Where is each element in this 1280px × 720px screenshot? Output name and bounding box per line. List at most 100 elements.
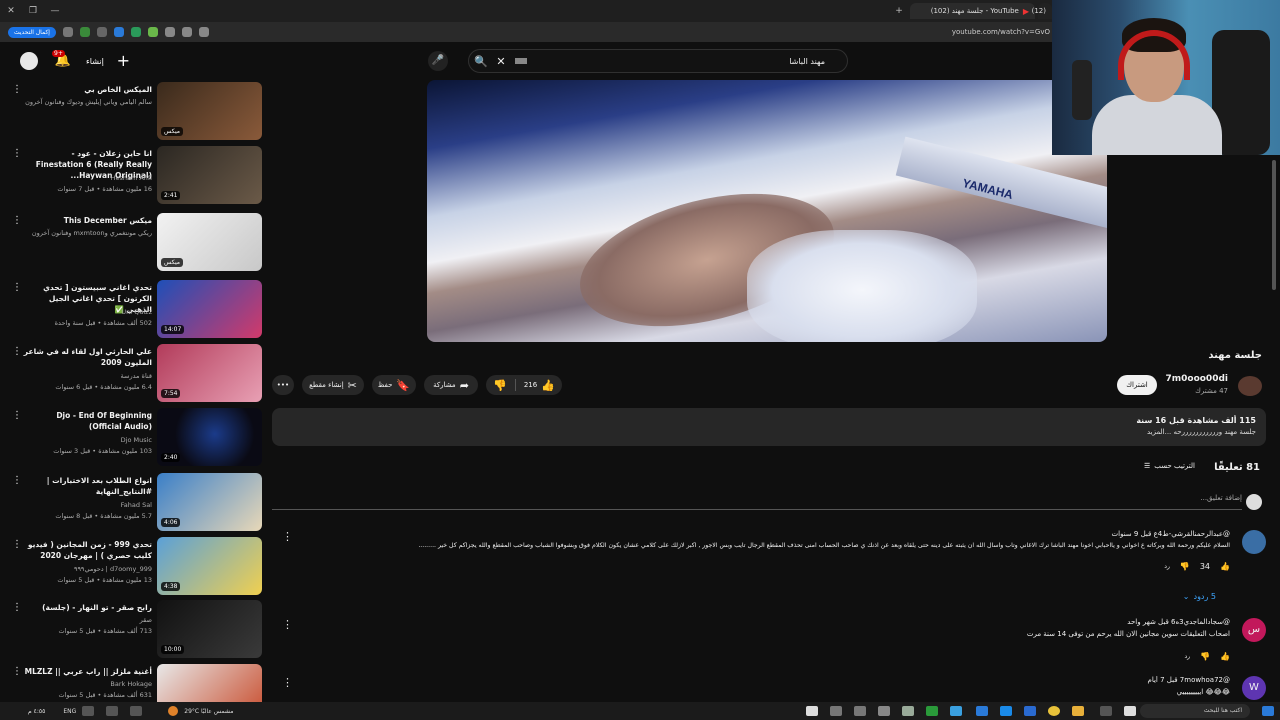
recommendation-item[interactable]: أغنية ملزلز || راب عربي || MLZLZ Bark Ho… xyxy=(0,664,262,702)
sort-comments-button[interactable]: الترتيب حسب ☰ xyxy=(1144,462,1195,470)
more-actions-button[interactable]: ••• xyxy=(272,375,294,395)
more-options-icon[interactable]: ⋮ xyxy=(12,602,22,613)
app-icon[interactable] xyxy=(976,706,988,716)
comment-avatar[interactable]: س xyxy=(1242,618,1266,642)
app-icon[interactable] xyxy=(878,706,890,716)
more-options-icon[interactable]: ⋮ xyxy=(12,346,22,357)
clear-search-icon[interactable]: ✕ xyxy=(493,55,509,68)
tab-youtube[interactable]: ▶ YouTube - جلسة مهند (102) xyxy=(910,3,1035,19)
url-text[interactable]: youtube.com/watch?v=GvO xyxy=(952,28,1050,36)
comment-avatar[interactable]: W xyxy=(1242,676,1266,700)
widgets-icon[interactable] xyxy=(1124,706,1136,716)
recommendation-title[interactable]: ميكس This December xyxy=(22,215,152,226)
update-button[interactable]: إكمال التحديث xyxy=(8,26,56,38)
zoom-icon[interactable] xyxy=(181,27,192,37)
xbox-icon[interactable] xyxy=(926,706,938,716)
recommendation-item[interactable]: 14:07 تحدي اغاني سبيستون [ تحدي الكرتون … xyxy=(0,280,262,342)
minimize-window-icon[interactable]: — xyxy=(44,6,66,16)
recommendation-title[interactable]: أغنية ملزلز || راب عربي || MLZLZ xyxy=(22,666,152,677)
more-options-icon[interactable]: ⋮ xyxy=(12,282,22,293)
like-dislike-button[interactable]: 👎 216 👍 xyxy=(486,375,562,395)
page-scrollbar[interactable] xyxy=(1272,160,1276,290)
more-options-icon[interactable]: ⋮ xyxy=(12,148,22,159)
video-thumbnail[interactable]: ميكس xyxy=(157,213,262,271)
menu-icon[interactable] xyxy=(62,27,73,37)
recommendation-item[interactable]: ميكس الميكس الخاص بي سالم اليامي وياني إ… xyxy=(0,82,262,144)
store-icon[interactable] xyxy=(1024,706,1036,716)
language-indicator[interactable]: ENG xyxy=(63,708,76,715)
video-thumbnail[interactable]: 4:06 xyxy=(157,473,262,531)
comment-dislike-icon[interactable]: 👎 xyxy=(1200,652,1210,661)
extension-icon[interactable] xyxy=(130,27,141,37)
more-options-icon[interactable]: ⋮ xyxy=(12,410,22,421)
file-explorer-icon[interactable] xyxy=(1072,706,1084,716)
video-player[interactable]: YAMAHA xyxy=(427,80,1107,342)
comment-menu-icon[interactable]: ⋮ xyxy=(282,618,293,631)
dislike-icon[interactable]: 👎 xyxy=(493,379,507,392)
video-thumbnail[interactable]: ميكس xyxy=(157,82,262,140)
recommendation-title[interactable]: تحدي 999 - زمن المجانين ( فيديو كليب حصر… xyxy=(22,539,152,561)
keyboard-icon[interactable] xyxy=(515,58,527,64)
weather-text[interactable]: 29°C مشمس عالبًا xyxy=(184,708,233,715)
more-options-icon[interactable]: ⋮ xyxy=(12,666,22,677)
recommendation-channel[interactable]: ريكي مونتغمري وmxmtoon وفنانون آخرون xyxy=(32,229,152,237)
battery-icon[interactable] xyxy=(130,706,143,716)
chrome-icon[interactable] xyxy=(1048,706,1060,716)
extension-icon[interactable] xyxy=(79,27,90,37)
channel-name[interactable]: 7m0ooo00di xyxy=(1165,374,1228,384)
volume-icon[interactable] xyxy=(106,706,119,716)
recommendation-item[interactable]: 2:40 Djo - End Of Beginning (Official Au… xyxy=(0,408,262,470)
close-window-icon[interactable]: ✕ xyxy=(0,6,22,16)
recommendation-item[interactable]: 4:06 انواع الطلاب بعد الاختبارات | #النت… xyxy=(0,473,262,535)
clock[interactable]: ٤:٥٥ م xyxy=(28,708,45,715)
save-button[interactable]: حفظ 🔖 xyxy=(372,375,416,395)
video-thumbnail[interactable]: 10:00 xyxy=(157,600,262,658)
recommendation-channel[interactable]: صقر xyxy=(140,616,152,624)
recommendation-channel[interactable]: قناة مدرسة xyxy=(121,372,152,380)
recommendation-channel[interactable]: Uni Quizz xyxy=(121,308,152,316)
comment-dislike-icon[interactable]: 👎 xyxy=(1180,562,1190,571)
video-thumbnail[interactable]: 2:40 xyxy=(157,408,262,466)
video-thumbnail[interactable]: 14:07 xyxy=(157,280,262,338)
recommendation-item[interactable]: 10:00 رابح صقر - تو النهار - (جلسة) صقر … xyxy=(0,600,262,662)
restore-window-icon[interactable]: ❐ xyxy=(22,6,44,16)
comment-menu-icon[interactable]: ⋮ xyxy=(282,530,293,543)
recommendation-channel[interactable]: d7oomy_999 | دحومي٩٩٩ xyxy=(74,565,152,573)
app-icon[interactable] xyxy=(950,706,962,716)
video-thumbnail[interactable] xyxy=(157,664,262,702)
more-options-icon[interactable]: ⋮ xyxy=(12,215,22,226)
comment-reply-button[interactable]: رد xyxy=(1184,653,1190,660)
recommendation-title[interactable]: Djo - End Of Beginning (Official Audio) xyxy=(22,410,152,432)
recommendation-item[interactable]: 4:38 تحدي 999 - زمن المجانين ( فيديو كلي… xyxy=(0,537,262,599)
more-options-icon[interactable]: ⋮ xyxy=(12,539,22,550)
subscribe-button[interactable]: اشتراك xyxy=(1117,375,1157,395)
more-options-icon[interactable]: ⋮ xyxy=(12,475,22,486)
recommendation-item[interactable]: 7:54 علي الحارثي اول لقاء له في شاعر الم… xyxy=(0,344,262,406)
add-comment-input[interactable]: إضافة تعليق... xyxy=(272,494,1242,510)
app-icon[interactable] xyxy=(854,706,866,716)
app-icon[interactable] xyxy=(902,706,914,716)
video-thumbnail[interactable]: 4:38 xyxy=(157,537,262,595)
video-description[interactable]: 115 ألف مشاهدة قبل 16 سنة جلسة مهند وررر… xyxy=(272,408,1266,446)
comment-like-icon[interactable]: 👍 xyxy=(1220,652,1230,661)
comment-author[interactable]: @7mowhoa72 قبل 7 أيام xyxy=(1148,676,1230,684)
more-options-icon[interactable]: ⋮ xyxy=(12,84,22,95)
search-input[interactable]: مهند الباشا xyxy=(789,57,825,66)
like-icon[interactable]: 👍 xyxy=(541,379,555,392)
search-icon[interactable]: 🔍 xyxy=(469,55,493,68)
create-button[interactable]: إنشاء + xyxy=(86,51,130,71)
comment-author[interactable]: @سجادالماجدي3ه6 قبل شهر واحد xyxy=(1127,618,1230,626)
recommendation-title[interactable]: انواع الطلاب بعد الاختبارات | #النتايج_ا… xyxy=(22,475,152,497)
comment-like-icon[interactable]: 👍 xyxy=(1220,562,1230,571)
task-view-icon[interactable] xyxy=(1100,706,1112,716)
clip-button[interactable]: إنشاء مقطع ✂ xyxy=(302,375,364,395)
edge-icon[interactable] xyxy=(1000,706,1012,716)
comment-avatar[interactable] xyxy=(1242,530,1266,554)
windows-start-icon[interactable] xyxy=(1262,706,1274,716)
comment-reply-button[interactable]: رد xyxy=(1164,563,1170,570)
extension-icon[interactable] xyxy=(113,27,124,37)
recommendation-item[interactable]: 2:41 انا حاين زعلان - عود - Finestation … xyxy=(0,146,262,208)
video-thumbnail[interactable]: 7:54 xyxy=(157,344,262,402)
app-icon[interactable] xyxy=(830,706,842,716)
tab-other[interactable]: (12) xyxy=(1032,3,1052,19)
